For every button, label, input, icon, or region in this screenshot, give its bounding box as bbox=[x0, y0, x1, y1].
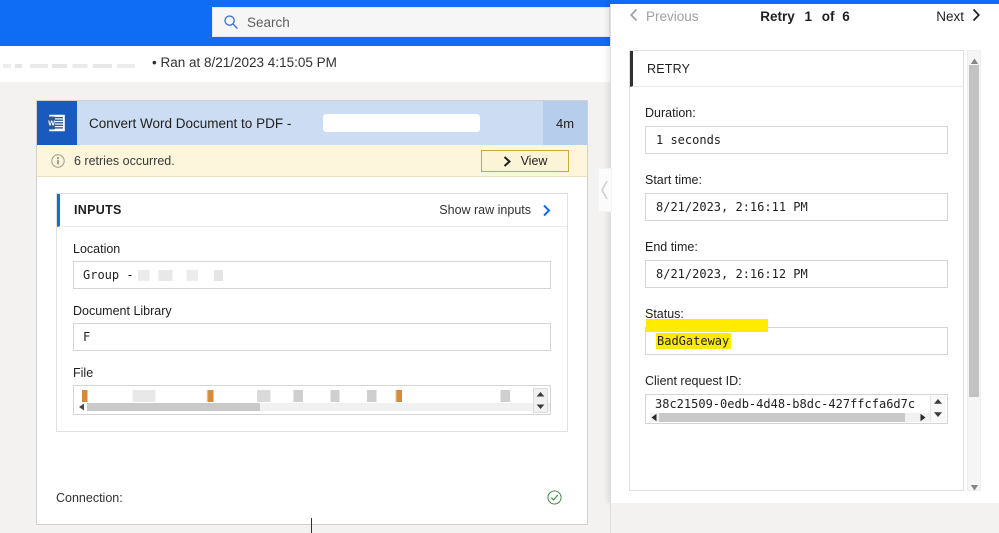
flow-connector-bottom bbox=[311, 518, 312, 533]
retry-card-header: RETRY bbox=[630, 51, 963, 87]
inputs-section-label: INPUTS bbox=[74, 203, 122, 217]
word-icon: W bbox=[37, 101, 77, 145]
input-label-file: File bbox=[73, 366, 94, 380]
retry-section-label: RETRY bbox=[647, 61, 691, 76]
retry-label-client-request-id: Client request ID: bbox=[645, 374, 742, 388]
input-value-location[interactable]: Group - bbox=[73, 261, 551, 289]
panel-collapse-handle[interactable] bbox=[597, 167, 613, 213]
scroll-right-arrow-icon[interactable] bbox=[918, 413, 927, 422]
action-duration: 4m bbox=[543, 101, 587, 145]
action-card[interactable]: W Convert Word Document to PDF - 4m 6 re… bbox=[36, 100, 588, 525]
retry-value-client-request-id[interactable]: 38c21509-0edb-4d48-b8dc-427ffcfa6d7c bbox=[645, 394, 948, 424]
status-value-text: BadGateway bbox=[656, 333, 732, 349]
next-retry-button[interactable]: Next bbox=[936, 8, 981, 25]
input-label-document-library: Document Library bbox=[73, 304, 172, 318]
scroll-down-arrow-icon[interactable] bbox=[970, 479, 979, 491]
retry-field-start-time: Start time: 8/21/2023, 2:16:11 PM bbox=[630, 173, 963, 221]
panel-top-accent bbox=[610, 0, 999, 4]
file-scroll-thumb[interactable] bbox=[87, 403, 260, 411]
action-card-title: Convert Word Document to PDF - bbox=[89, 115, 292, 131]
chevron-right-icon bbox=[503, 155, 512, 167]
search-placeholder: Search bbox=[247, 14, 290, 30]
show-raw-inputs-link[interactable]: Show raw inputs bbox=[439, 203, 531, 217]
panel-bottom-strip bbox=[610, 503, 999, 533]
retry-value-status[interactable]: BadGateway bbox=[645, 319, 948, 355]
location-value-text: Group - bbox=[83, 268, 134, 282]
retry-field-end-time: End time: 8/21/2023, 2:16:12 PM bbox=[630, 240, 963, 288]
retry-field-client-request-id: Client request ID: 38c21509-0edb-4d48-b8… bbox=[630, 374, 963, 424]
run-timestamp: • Ran at 8/21/2023 4:15:05 PM bbox=[152, 55, 337, 70]
input-value-document-library[interactable]: F bbox=[73, 323, 551, 351]
check-circle-icon bbox=[547, 490, 562, 505]
view-retries-button[interactable]: View bbox=[481, 150, 569, 172]
retry-counter-total: 6 bbox=[842, 9, 850, 24]
retry-counter-prefix: Retry bbox=[760, 9, 795, 24]
input-field-file: File bbox=[57, 366, 567, 415]
chevron-right-icon[interactable] bbox=[542, 204, 552, 217]
retry-field-status: Status: BadGateway bbox=[630, 307, 963, 355]
retry-label-duration: Duration: bbox=[645, 106, 696, 120]
info-icon bbox=[51, 153, 65, 168]
action-card-header[interactable]: W Convert Word Document to PDF - 4m bbox=[37, 101, 587, 145]
view-button-label: View bbox=[520, 154, 548, 168]
retry-value-duration[interactable]: 1 seconds bbox=[645, 126, 948, 154]
retries-warning-bar: 6 retries occurred. View bbox=[37, 145, 587, 177]
file-spinner[interactable] bbox=[533, 388, 548, 413]
client-request-id-text: 38c21509-0edb-4d48-b8dc-427ffcfa6d7c bbox=[655, 397, 916, 411]
next-retry-label: Next bbox=[936, 9, 964, 24]
redaction-mask-top bbox=[0, 46, 150, 64]
file-horizontal-scrollbar[interactable] bbox=[78, 402, 550, 412]
search-input[interactable]: Search bbox=[212, 7, 610, 37]
input-label-location: Location bbox=[73, 242, 121, 256]
status-highlight bbox=[646, 319, 768, 332]
retry-label-end-time: End time: bbox=[645, 240, 698, 254]
scroll-left-arrow-icon[interactable] bbox=[78, 403, 86, 411]
retry-value-start-time[interactable]: 8/21/2023, 2:16:11 PM bbox=[645, 193, 948, 221]
retry-counter-current: 1 bbox=[804, 9, 812, 24]
panel-scroll-thumb[interactable] bbox=[969, 65, 979, 397]
inputs-panel-header: INPUTS Show raw inputs bbox=[57, 194, 567, 227]
retry-details-panel: Previous Retry 1 of 6 Next RETRY Duratio… bbox=[610, 0, 999, 503]
input-field-location: Location Group - bbox=[57, 242, 567, 289]
scroll-left-arrow-icon[interactable] bbox=[650, 413, 659, 422]
retry-label-start-time: Start time: bbox=[645, 173, 702, 187]
retry-counter-separator: of bbox=[821, 9, 835, 24]
search-icon bbox=[223, 14, 239, 30]
panel-vertical-scrollbar[interactable] bbox=[967, 50, 981, 491]
redaction-mask-bottom bbox=[0, 68, 152, 82]
input-field-document-library: Document Library F bbox=[57, 304, 567, 351]
client-request-id-spinner[interactable] bbox=[930, 396, 946, 422]
connection-row: Connection: bbox=[56, 488, 568, 508]
retry-field-duration: Duration: 1 seconds bbox=[630, 106, 963, 154]
retry-value-end-time[interactable]: 8/21/2023, 2:16:12 PM bbox=[645, 260, 948, 288]
inputs-panel: INPUTS Show raw inputs Location Group - … bbox=[56, 193, 568, 432]
file-value-redacted bbox=[82, 390, 542, 402]
connection-label: Connection: bbox=[56, 491, 123, 505]
location-value-redacted bbox=[137, 269, 253, 281]
svg-text:W: W bbox=[48, 118, 55, 127]
scroll-up-arrow-icon[interactable] bbox=[970, 53, 979, 64]
crid-scroll-thumb[interactable] bbox=[659, 413, 905, 422]
retry-info-card: RETRY Duration: 1 seconds Start time: 8/… bbox=[629, 50, 964, 491]
flow-run-details-screen: Search • Ran at 8/21/2023 4:15:05 PM W C… bbox=[0, 0, 999, 533]
input-value-file[interactable] bbox=[73, 385, 551, 415]
action-title-redacted bbox=[323, 114, 480, 132]
retries-warning-text: 6 retries occurred. bbox=[74, 153, 175, 168]
chevron-right-icon bbox=[971, 8, 981, 25]
